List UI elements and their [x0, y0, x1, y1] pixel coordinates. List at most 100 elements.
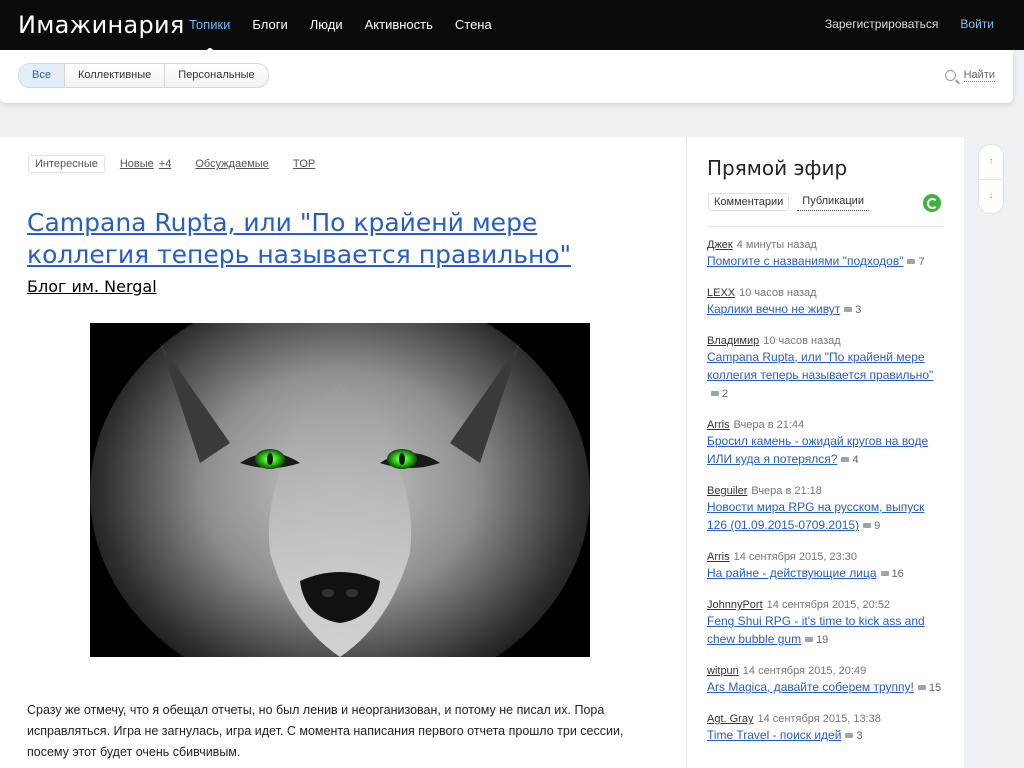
nav-item-people[interactable]: Люди — [299, 0, 354, 50]
main-content: Интересные Новые +4 Обсуждаемые TOP Campa… — [0, 137, 686, 768]
feed-item-meta: LEXX 10 часов назад — [707, 286, 947, 300]
nav-item-wall[interactable]: Стена — [444, 0, 503, 50]
post-body: Сразу же отмечу, что я обещал отчеты, но… — [27, 703, 624, 759]
filter-all-button[interactable]: Все — [19, 64, 64, 87]
feed-item-time: 14 сентября 2015, 23:30 — [733, 551, 858, 563]
feed-item-title[interactable]: Новости мира RPG на русском, выпуск 126 … — [707, 500, 924, 532]
tab-interesting[interactable]: Интересные — [28, 155, 105, 173]
comment-count-value: 2 — [722, 388, 729, 400]
comment-count-value: 7 — [918, 256, 925, 268]
feed-item-author[interactable]: Agt. Gray — [707, 713, 753, 725]
feed-item-author[interactable]: Beguiler — [707, 485, 747, 497]
tab-discussed[interactable]: Обсуждаемые — [195, 158, 268, 170]
feed-item-body: Карлики вечно не живут 3 — [707, 300, 947, 318]
feed-item-time: 10 часов назад — [739, 287, 817, 299]
feed-item-title[interactable]: Ars Magica, давайте соберем труппу! — [707, 680, 914, 694]
feed-item: Arris 14 сентября 2015, 23:30 На райне - д… — [707, 550, 947, 582]
comment-count-value: 9 — [874, 520, 881, 532]
feed-item-time: 14 сентября 2015, 20:52 — [766, 599, 891, 611]
feed-item-meta: Arris Вчера в 21:44 — [707, 418, 947, 432]
feed-item: JohnnyPort 14 сентября 2015, 20:52 Feng Sh… — [707, 598, 947, 648]
feed-item-comment-count: 3 — [840, 304, 861, 316]
feed-item-author[interactable]: Владимир — [707, 335, 759, 347]
page-scroller: ↑ ↓ — [978, 144, 1004, 214]
nav-item-blogs[interactable]: Блоги — [241, 0, 298, 50]
feed-item-author[interactable]: witpun — [707, 665, 739, 677]
feed-item-body: Time Travel - поиск идей 3 — [707, 726, 947, 744]
feed-item-body: Ars Magica, давайте соберем труппу! 15 — [707, 678, 947, 696]
tab-top[interactable]: TOP — [293, 158, 315, 170]
comment-bubble-icon — [863, 522, 872, 528]
comment-bubble-icon — [880, 570, 889, 576]
feed-item-body: Campana Rupta, или "По крайенй мере колл… — [707, 348, 947, 402]
tab-publications[interactable]: Публикации — [797, 193, 869, 211]
live-feed-list: Джек 4 минуты назад Помогите с названиями … — [707, 238, 947, 760]
post-title[interactable]: Campana Rupta, или "По крайенй мере колл… — [27, 207, 647, 271]
comment-count-value: 16 — [891, 568, 904, 580]
scroll-down-button[interactable]: ↓ — [979, 179, 1003, 213]
feed-item-author[interactable]: Arris — [707, 551, 730, 563]
nav-item-activity[interactable]: Активность — [354, 0, 444, 50]
feed-item-author[interactable]: LEXX — [707, 287, 735, 299]
feed-item-time: 10 часов назад — [763, 335, 841, 347]
feed-item-comment-count: 4 — [837, 454, 859, 466]
tab-new-count: +4 — [158, 158, 172, 170]
comment-count-value: 19 — [816, 634, 829, 646]
feed-item-author[interactable]: JohnnyPort — [707, 599, 763, 611]
comment-count-value: 3 — [855, 304, 862, 316]
comment-count-value: 15 — [928, 682, 942, 694]
feed-item-comment-count: 3 — [841, 730, 863, 742]
feed-item-title[interactable]: Бросил камень - ожидай кругов на воде ИЛ… — [707, 434, 928, 466]
feed-item-time: 14 сентября 2015, 20:49 — [742, 665, 867, 677]
feed-item-body: Новости мира RPG на русском, выпуск 126 … — [707, 498, 947, 534]
feed-item-comment-count: 2 — [707, 388, 728, 400]
feed-item-meta: Arris 14 сентября 2015, 23:30 — [707, 550, 947, 564]
feed-item-body: На райне - действующие лица 16 — [707, 564, 947, 582]
feed-item-time: 4 минуты назад — [736, 239, 817, 251]
post-blog-link[interactable]: Блог им. Nergal — [27, 277, 157, 296]
feed-item-meta: Владимир 10 часов назад — [707, 334, 947, 348]
feed-item: Beguiler Вчера в 21:18 Новости мира RPG на… — [707, 484, 947, 534]
scroll-up-button[interactable]: ↑ — [979, 145, 1003, 180]
live-feed-sidebar: Прямой эфир Комментарии Публикации Джек 4… — [686, 137, 964, 768]
comment-bubble-icon — [844, 306, 853, 312]
feed-item-body: Бросил камень - ожидай кругов на воде ИЛ… — [707, 432, 947, 468]
feed-item-author[interactable]: Arris — [707, 419, 730, 431]
sidebar-title: Прямой эфир — [707, 156, 848, 180]
register-link[interactable]: Зарегистрироваться — [825, 0, 938, 48]
feed-item-time: Вчера в 21:18 — [751, 485, 822, 497]
feed-item-author[interactable]: Джек — [707, 239, 733, 251]
site-logo[interactable]: Имажинария — [18, 11, 185, 39]
feed-item: witpun 14 сентября 2015, 20:49 Ars Magica,… — [707, 664, 947, 696]
feed-item-meta: Джек 4 минуты назад — [707, 238, 947, 252]
feed-item-comment-count: 19 — [801, 634, 828, 646]
sidebar-tabs: Комментарии Публикации — [708, 193, 877, 211]
feed-item-title[interactable]: На райне - действующие лица — [707, 566, 877, 580]
tab-new[interactable]: Новые +4 — [120, 158, 171, 170]
topic-tabs: Интересные Новые +4 Обсуждаемые TOP — [28, 155, 339, 173]
feed-item-comment-count: 9 — [859, 520, 880, 532]
feed-item: Arris Вчера в 21:44 Бросил камень - ожидай… — [707, 418, 947, 468]
feed-item-title[interactable]: Помогите с названиями "подходов" — [707, 254, 903, 268]
feed-item-time: 14 сентября 2015, 13:38 — [757, 713, 881, 725]
feed-item-meta: witpun 14 сентября 2015, 20:49 — [707, 664, 947, 678]
feed-item-title[interactable]: Карлики вечно не живут — [707, 302, 840, 316]
comment-count-value: 3 — [856, 730, 863, 742]
comment-bubble-icon — [711, 390, 719, 396]
tab-comments[interactable]: Комментарии — [708, 193, 790, 211]
feed-item-title[interactable]: Time Travel - поиск идей — [707, 728, 841, 742]
feed-item: LEXX 10 часов назад Карлики вечно не живут… — [707, 286, 947, 318]
feed-item-title[interactable]: Campana Rupta, или "По крайенй мере колл… — [707, 350, 933, 382]
feed-item-meta: Beguiler Вчера в 21:18 — [707, 484, 947, 498]
search-icon — [944, 70, 956, 81]
search-toggle[interactable]: Найти — [944, 69, 995, 82]
filter-personal-button[interactable]: Персональные — [164, 64, 267, 87]
feed-item-body: Feng Shui RPG - it's time to kick ass an… — [707, 612, 947, 648]
refresh-icon[interactable] — [923, 194, 941, 212]
comment-bubble-icon — [917, 684, 926, 690]
comment-bubble-icon — [805, 636, 814, 642]
comment-bubble-icon — [845, 732, 854, 738]
login-link[interactable]: Войти — [960, 0, 994, 48]
nav-item-topics[interactable]: Топики — [178, 0, 241, 54]
filter-collective-button[interactable]: Коллективные — [63, 64, 164, 87]
